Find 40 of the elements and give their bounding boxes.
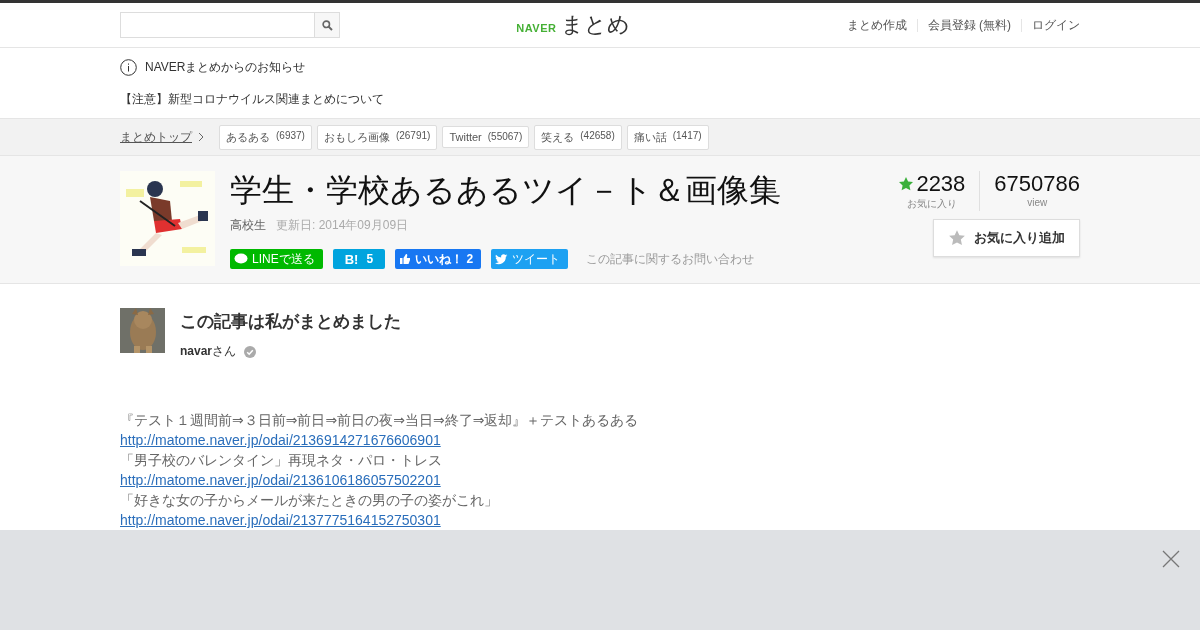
article-link[interactable]: http://matome.naver.jp/odai/2137775164152750301 xyxy=(120,510,441,530)
article-title: 学生・学校あるあるツイ－ト＆画像集 xyxy=(230,171,782,210)
author-heading: この記事は私がまとめました xyxy=(180,311,401,333)
star-icon xyxy=(948,229,966,247)
tag[interactable]: 痛い話 (1417) xyxy=(626,124,709,150)
search-icon xyxy=(321,19,333,31)
tag[interactable]: 笑える (42658) xyxy=(534,124,622,150)
nav-link[interactable]: まとめ作成 xyxy=(836,18,917,32)
article-link[interactable]: http://matome.naver.jp/odai/2136106186057502201 xyxy=(120,470,441,490)
star-icon xyxy=(898,176,915,192)
nav-link[interactable]: ログイン xyxy=(1021,18,1080,32)
tag[interactable]: おもしろ画像 (26791) xyxy=(316,124,438,150)
search-field[interactable] xyxy=(120,12,340,38)
like-button[interactable]: いいね！ 2 xyxy=(395,249,482,269)
thumbs-up-icon xyxy=(399,253,412,265)
favorites-label: お気に入り xyxy=(906,197,957,211)
tag[interactable]: Twitter (55067) xyxy=(442,126,530,148)
notice-link[interactable]: 【注意】新型コロナウイルス関連まとめについて xyxy=(120,91,1080,108)
favorites-count: 2238 xyxy=(916,171,966,197)
notice-title: NAVERまとめからのお知らせ xyxy=(145,58,306,76)
info-icon xyxy=(120,58,137,76)
breadcrumb-link[interactable]: まとめトップ xyxy=(120,128,204,146)
search-button[interactable] xyxy=(314,13,339,37)
category-link[interactable]: 高校生 xyxy=(230,217,266,234)
close-icon[interactable] xyxy=(1162,550,1180,568)
speech-bubble-icon xyxy=(234,253,248,265)
view-count: 6750786 xyxy=(994,171,1080,197)
nav-link[interactable]: 会員登録 (無料) xyxy=(916,18,1021,32)
logo[interactable]: NAVER まとめ xyxy=(516,10,631,40)
author-name[interactable]: navarさん xyxy=(180,343,237,360)
article-text: 「男子校のバレンタイン」再現ネタ・パロ・トレス xyxy=(120,451,442,470)
chevron-icon xyxy=(198,132,204,142)
bird-icon xyxy=(495,253,509,265)
article-link[interactable]: http://matome.naver.jp/odai/2136914271676606901 xyxy=(120,430,441,450)
updated-date: 更新日: 2014年09月09日 xyxy=(276,217,409,234)
article-text: 「好きな女の子からメールが来たときの男の子の姿がこれ」 xyxy=(120,491,498,510)
article-text: 『テスト１週間前⇒３日前⇒前日⇒前日の夜⇒当日⇒終了⇒返却』＋テストあるある xyxy=(120,411,639,430)
tag[interactable]: あるある (6937) xyxy=(219,124,312,150)
add-favorite-button[interactable]: お気に入り追加 xyxy=(933,219,1080,257)
view-label: view xyxy=(1027,197,1048,208)
